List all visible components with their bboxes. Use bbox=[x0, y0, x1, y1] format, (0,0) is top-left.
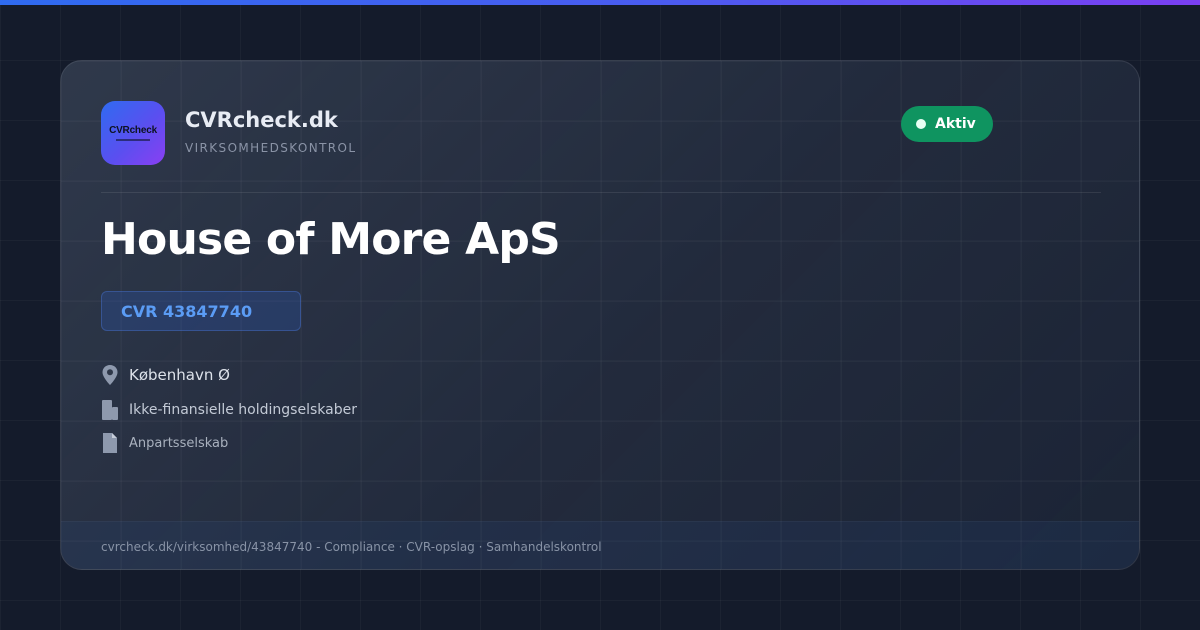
company-name: House of More ApS bbox=[101, 214, 561, 265]
logo-text: CVRcheck bbox=[109, 124, 157, 136]
company-card: CVRcheck CVRcheck.dk VIRKSOMHEDSKONTROL … bbox=[60, 60, 1140, 570]
logo-underline bbox=[116, 138, 150, 141]
status-label: Aktiv bbox=[935, 116, 976, 132]
company-type-row: Anpartsselskab bbox=[101, 432, 228, 454]
brand-logo: CVRcheck bbox=[101, 101, 165, 165]
building-icon bbox=[102, 400, 118, 420]
status-badge: Aktiv bbox=[901, 106, 993, 142]
cvr-number-chip: CVR 43847740 bbox=[101, 291, 301, 331]
top-accent-bar bbox=[0, 0, 1200, 5]
cvr-number: CVR 43847740 bbox=[121, 301, 253, 321]
industry-text: Ikke-finansielle holdingselskaber bbox=[129, 402, 357, 418]
city-text: København Ø bbox=[129, 366, 230, 384]
location-pin-icon bbox=[102, 365, 118, 385]
industry-row: Ikke-finansielle holdingselskaber bbox=[101, 399, 357, 421]
status-dot-icon bbox=[916, 119, 926, 129]
document-icon bbox=[103, 433, 117, 453]
city-row: København Ø bbox=[101, 364, 230, 386]
card-footer: cvrcheck.dk/virksomhed/43847740 - Compli… bbox=[61, 521, 1139, 569]
header-divider bbox=[101, 192, 1101, 193]
footer-text: cvrcheck.dk/virksomhed/43847740 - Compli… bbox=[101, 539, 602, 554]
brand-name: CVRcheck.dk bbox=[185, 108, 338, 132]
brand-tagline: VIRKSOMHEDSKONTROL bbox=[185, 141, 357, 155]
company-type-text: Anpartsselskab bbox=[129, 435, 229, 451]
